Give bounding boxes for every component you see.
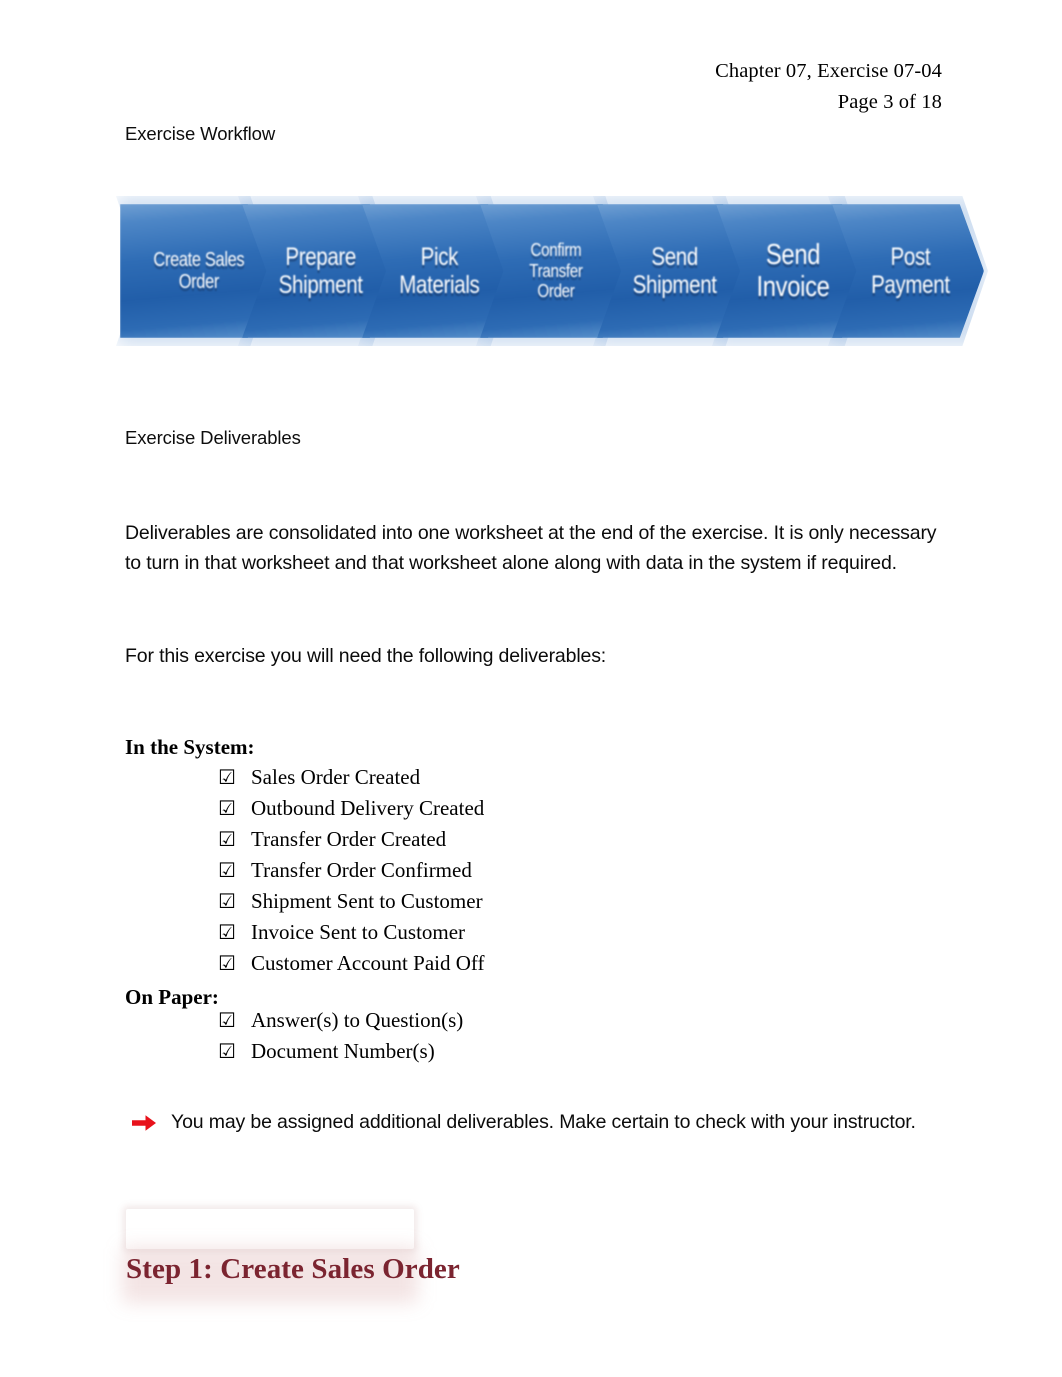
- paragraph-need-following: For this exercise you will need the foll…: [125, 645, 607, 667]
- list-item: ☑ Transfer Order Created: [218, 827, 485, 858]
- step-title: Step 1: Create Sales Order: [126, 1253, 460, 1285]
- checked-checkbox-icon[interactable]: ☑: [218, 1010, 240, 1030]
- section-heading-exercise-deliverables: Exercise Deliverables: [125, 425, 307, 453]
- checked-checkbox-icon[interactable]: ☑: [218, 860, 240, 880]
- list-item-label: Shipment Sent to Customer: [251, 889, 483, 913]
- instructor-note: You may be assigned additional deliverab…: [131, 1111, 951, 1134]
- workflow-diagram: Create Sales Order Prepare Shipment Pick M…: [116, 196, 988, 354]
- deliverables-list-paper: ☑ Answer(s) to Question(s) ☑ Document Numbe…: [218, 1008, 463, 1070]
- workflow-step-label: Pick Materials: [399, 243, 480, 299]
- list-item-label: Transfer Order Confirmed: [251, 858, 472, 882]
- checked-checkbox-icon[interactable]: ☑: [218, 922, 240, 942]
- deliverables-group-title-system: In the System:: [125, 735, 255, 759]
- workflow-step-label: Send Shipment: [632, 243, 717, 299]
- header-chapter-exercise: Chapter 07, Exercise 07-04: [715, 60, 942, 82]
- workflow-step-label: Confirm Transfer Order: [528, 238, 583, 302]
- list-item-label: Invoice Sent to Customer: [251, 920, 466, 944]
- list-item-label: Answer(s) to Question(s): [251, 1008, 464, 1032]
- header-page-number: Page 3 of 18: [837, 90, 942, 113]
- list-item: ☑ Invoice Sent to Customer: [218, 920, 485, 951]
- step-white-box: [126, 1209, 414, 1249]
- list-item: ☑ Sales Order Created: [218, 765, 485, 796]
- list-item: ☑ Transfer Order Confirmed: [218, 858, 485, 889]
- list-item: ☑ Document Number(s): [218, 1039, 463, 1070]
- list-item-label: Document Number(s): [251, 1039, 435, 1063]
- checked-checkbox-icon[interactable]: ☑: [218, 953, 240, 973]
- list-item-label: Sales Order Created: [251, 765, 421, 789]
- workflow-step-label: Prepare Shipment: [278, 243, 363, 299]
- workflow-step-label: Post Payment: [871, 243, 950, 299]
- instructor-note-text: You may be assigned additional deliverab…: [171, 1111, 916, 1133]
- deliverables-list-system: ☑ Sales Order Created ☑ Outbound Delivery C…: [218, 765, 485, 982]
- checked-checkbox-icon[interactable]: ☑: [218, 767, 240, 787]
- document-page: Chapter 07, Exercise 07-04 Page 3 of 18 …: [0, 0, 1062, 1377]
- list-item: ☑ Customer Account Paid Off: [218, 951, 485, 982]
- checked-checkbox-icon[interactable]: ☑: [218, 891, 240, 911]
- checked-checkbox-icon[interactable]: ☑: [218, 798, 240, 818]
- step-heading-block: Step 1: Create Sales Order: [122, 1209, 460, 1303]
- list-item: ☑ Shipment Sent to Customer: [218, 889, 485, 920]
- document-header: Chapter 07, Exercise 07-04 Page 3 of 18: [715, 56, 942, 118]
- list-item-label: Customer Account Paid Off: [251, 951, 485, 975]
- list-item-label: Outbound Delivery Created: [251, 796, 485, 820]
- workflow-step-label: Create Sales Order: [153, 248, 244, 293]
- list-item: ☑ Answer(s) to Question(s): [218, 1008, 463, 1039]
- list-item: ☑ Outbound Delivery Created: [218, 796, 485, 827]
- checked-checkbox-icon[interactable]: ☑: [218, 1041, 240, 1061]
- list-item-label: Transfer Order Created: [251, 827, 447, 851]
- workflow-step-1: Create Sales Order: [120, 204, 272, 338]
- red-right-arrow-icon: [131, 1113, 157, 1133]
- workflow-step-label: Send Invoice: [756, 238, 830, 303]
- paragraph-deliverables-intro: Deliverables are consolidated into one w…: [125, 522, 937, 574]
- section-heading-exercise-workflow: Exercise Workflow: [125, 121, 281, 149]
- deliverables-group-title-paper: On Paper:: [125, 985, 219, 1009]
- checked-checkbox-icon[interactable]: ☑: [218, 829, 240, 849]
